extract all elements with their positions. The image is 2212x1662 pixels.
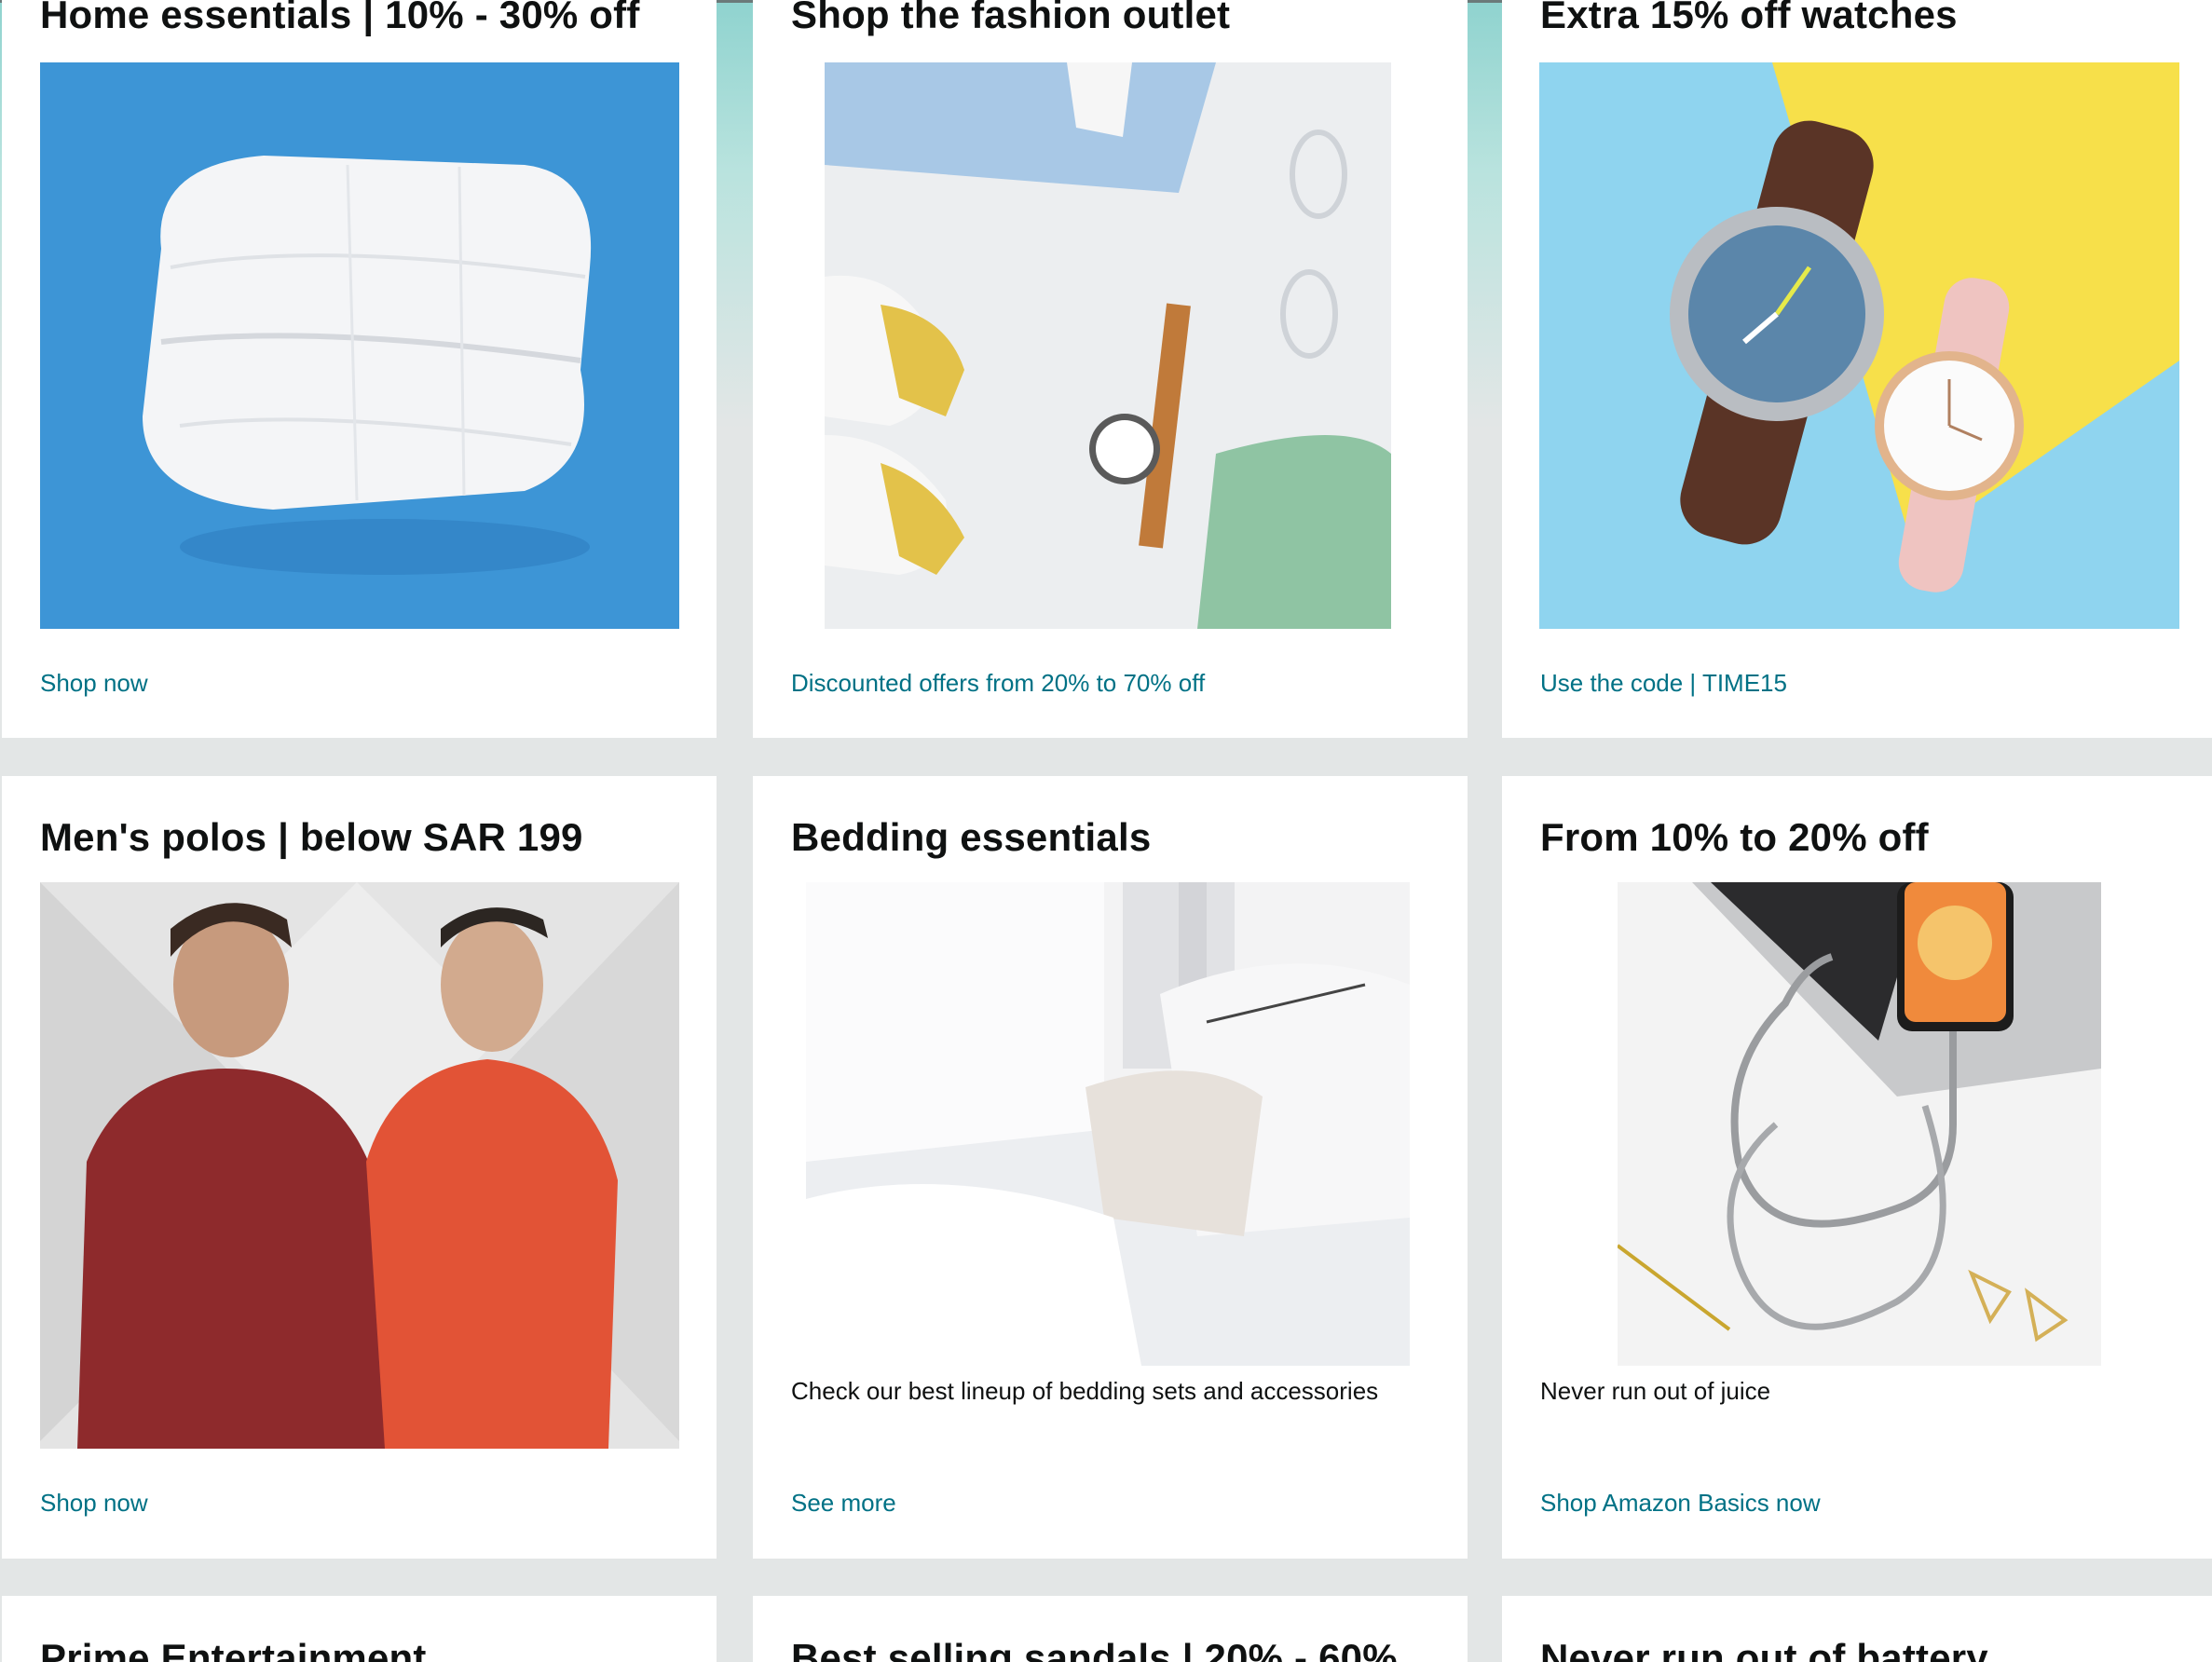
card-title: Home essentials | 10% - 30% off: [40, 0, 640, 36]
card-title: Bedding essentials: [791, 815, 1152, 859]
card-title: Best selling sandals | 20% - 60%: [791, 1636, 1398, 1662]
duvet-image[interactable]: [40, 62, 679, 629]
card-battery[interactable]: Never run out of battery: [1502, 1596, 2212, 1662]
watches-image[interactable]: [1539, 62, 2179, 629]
polo-shirts-image[interactable]: [40, 882, 679, 1449]
card-home-essentials[interactable]: Home essentials | 10% - 30% off Shop now: [2, 0, 717, 738]
card-title: Shop the fashion outlet: [791, 0, 1231, 36]
shop-amazon-basics-link[interactable]: Shop Amazon Basics now: [1540, 1489, 1821, 1518]
shop-now-link[interactable]: Shop now: [40, 669, 148, 698]
watch-code-link[interactable]: Use the code | TIME15: [1540, 669, 1787, 698]
bedroom-image[interactable]: [806, 882, 1410, 1366]
card-mens-polos[interactable]: Men's polos | below SAR 199 Shop now: [2, 776, 717, 1559]
card-title: Extra 15% off watches: [1540, 0, 1958, 36]
fashion-flatlay-image[interactable]: [825, 62, 1391, 629]
card-title: Men's polos | below SAR 199: [40, 815, 583, 859]
card-watches[interactable]: Extra 15% off watches Use the code | TIM…: [1502, 0, 2212, 738]
card-prime-entertainment[interactable]: Prime Entertainment: [2, 1596, 717, 1662]
discounted-offers-link[interactable]: Discounted offers from 20% to 70% off: [791, 669, 1205, 698]
card-bedding-essentials[interactable]: Bedding essentials Check our best lineup…: [753, 776, 1468, 1559]
see-more-link[interactable]: See more: [791, 1489, 896, 1518]
card-title: Prime Entertainment: [40, 1636, 427, 1662]
card-sandals[interactable]: Best selling sandals | 20% - 60%: [753, 1596, 1468, 1662]
card-charging[interactable]: From 10% to 20% off Never run out of jui…: [1502, 776, 2212, 1559]
card-fashion-outlet[interactable]: Shop the fashion outlet Discounted offer…: [753, 0, 1468, 738]
card-title: From 10% to 20% off: [1540, 815, 1929, 859]
card-title: Never run out of battery: [1540, 1636, 1988, 1662]
shop-now-link[interactable]: Shop now: [40, 1489, 148, 1518]
card-description: Check our best lineup of bedding sets an…: [791, 1377, 1379, 1405]
card-description: Never run out of juice: [1540, 1377, 1771, 1405]
charging-cable-image[interactable]: [1618, 882, 2101, 1366]
